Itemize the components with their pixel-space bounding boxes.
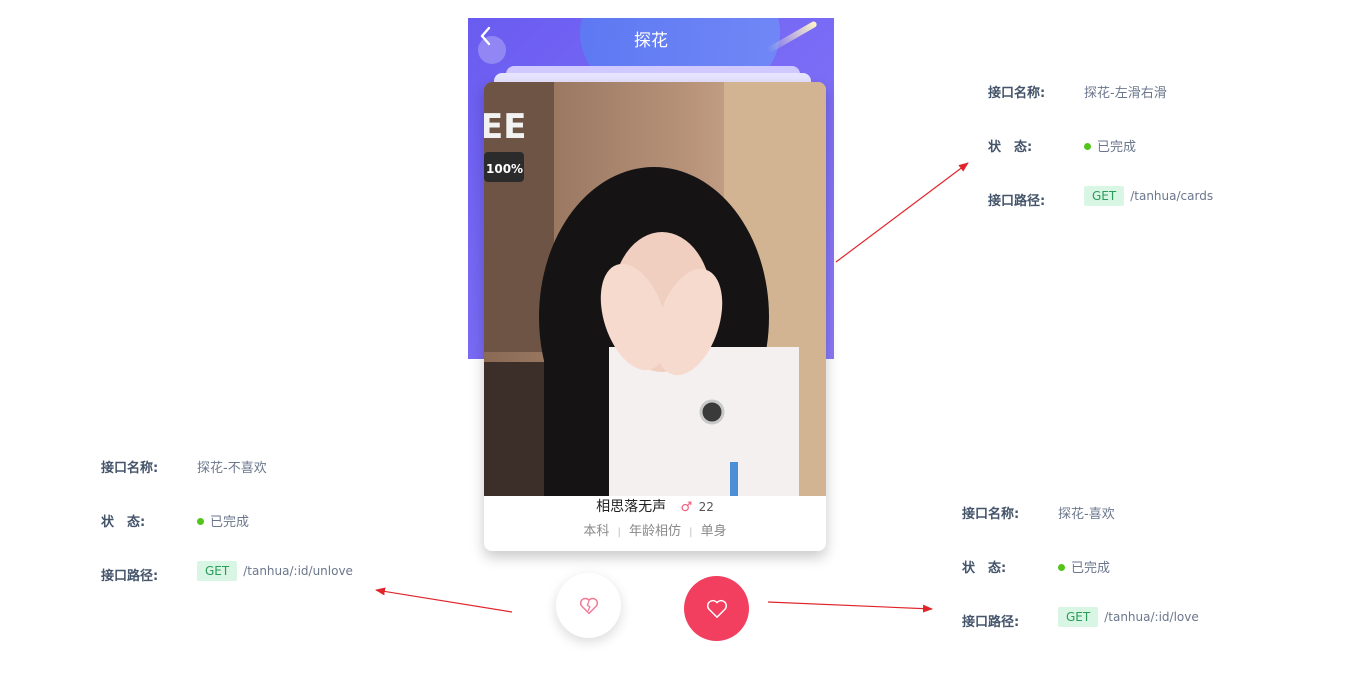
api-name-label: 接口名称:: [962, 507, 1020, 522]
svg-text:EE: EE: [484, 107, 526, 147]
tag-education: 本科: [583, 524, 610, 539]
arrow-to-love-annotation: [767, 601, 933, 613]
status-label: 状 态:: [962, 561, 1007, 576]
http-method-badge: GET: [197, 561, 238, 581]
card-name-row: 相思落无声 ♂ 22: [484, 496, 826, 516]
status-value: 已完成: [1084, 136, 1136, 155]
api-name-value: 探花-不喜欢: [197, 461, 267, 476]
user-name: 相思落无声: [596, 499, 667, 515]
status-dot-icon: [197, 518, 204, 525]
tag-separator: |: [617, 527, 621, 538]
api-path-label: 接口路径:: [962, 615, 1020, 630]
tag-age-match: 年龄相仿: [628, 524, 681, 539]
annotation-love: 接口名称: 探花-喜欢 状 态: 已完成 接口路径: GET/tanhua/:i…: [962, 503, 1262, 633]
status-label: 状 态:: [101, 515, 146, 530]
tag-separator: |: [689, 527, 693, 538]
annotation-cards: 接口名称: 探花-左滑右滑 状 态: 已完成 接口路径: GET/tanhua/…: [988, 82, 1288, 212]
card-tags: 本科 | 年龄相仿 | 单身: [484, 520, 826, 539]
status-dot-icon: [1084, 143, 1091, 150]
api-path-label: 接口路径:: [988, 194, 1046, 209]
arrow-to-unlove-annotation: [375, 587, 513, 613]
api-path-value: GET/tanhua/:id/love: [1058, 607, 1199, 627]
user-age: 22: [698, 500, 714, 514]
api-path: /tanhua/:id/love: [1104, 610, 1199, 624]
status-value: 已完成: [197, 511, 249, 530]
api-name-value: 探花-喜欢: [1058, 507, 1115, 522]
female-icon: ♂: [680, 500, 693, 515]
dislike-button[interactable]: [556, 573, 621, 638]
svg-text:100%: 100%: [486, 162, 523, 176]
page-title: 探花: [634, 31, 668, 51]
api-path: /tanhua/cards: [1130, 189, 1214, 203]
api-path: /tanhua/:id/unlove: [243, 564, 353, 578]
broken-heart-icon: [579, 597, 598, 614]
api-name-label: 接口名称:: [101, 461, 159, 476]
user-card[interactable]: EE 100% 相思落无声 ♂ 22 本科 | 年龄相仿 | 单身: [484, 82, 826, 551]
api-name-label: 接口名称:: [988, 86, 1046, 101]
api-path-value: GET/tanhua/:id/unlove: [197, 561, 353, 581]
like-button[interactable]: [684, 576, 749, 641]
status-label: 状 态:: [988, 140, 1033, 155]
api-name-value: 探花-左滑右滑: [1084, 86, 1167, 101]
status-value: 已完成: [1058, 557, 1110, 576]
heart-icon: [706, 599, 727, 618]
api-path-label: 接口路径:: [101, 569, 159, 584]
user-photo: EE 100%: [484, 82, 826, 496]
http-method-badge: GET: [1084, 186, 1125, 206]
api-path-value: GET/tanhua/cards: [1084, 186, 1213, 206]
status-dot-icon: [1058, 564, 1065, 571]
tag-marital-status: 单身: [700, 524, 727, 539]
arrow-to-cards-annotation: [835, 162, 969, 263]
http-method-badge: GET: [1058, 607, 1099, 627]
annotation-unlove: 接口名称: 探花-不喜欢 状 态: 已完成 接口路径: GET/tanhua/:…: [101, 457, 401, 587]
